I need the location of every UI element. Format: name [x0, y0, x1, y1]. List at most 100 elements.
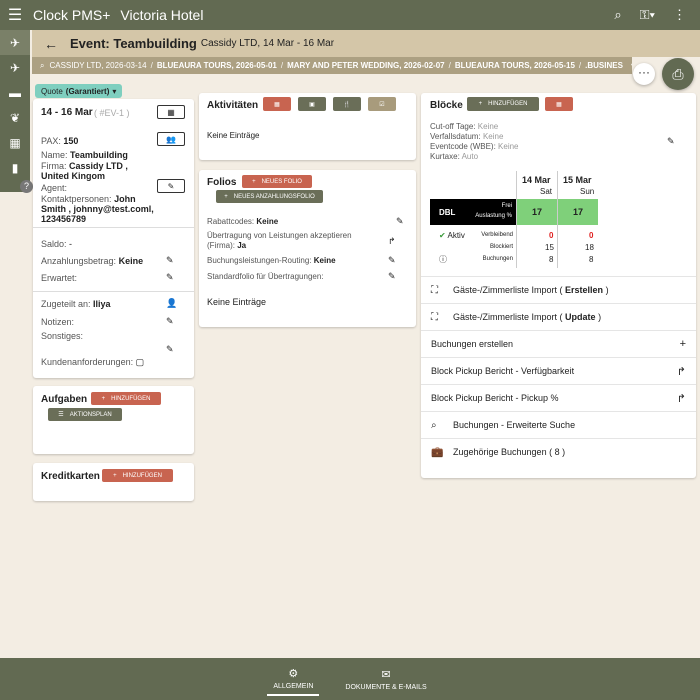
- assigned-label: Zugeteilt an:: [41, 299, 91, 309]
- add-restaurant-button[interactable]: 🍴: [333, 97, 361, 111]
- checkbox[interactable]: ▢: [136, 357, 145, 367]
- list-icon: ☰: [58, 412, 64, 418]
- pencil-icon[interactable]: ✎: [166, 272, 174, 283]
- verbleibend-label: Verbleibend: [481, 232, 513, 238]
- action-label: Buchungen erstellen: [431, 339, 514, 349]
- back-arrow-icon[interactable]: ←: [44, 36, 58, 52]
- breadcrumb-item[interactable]: BLUEAURA TOURS, 2026-05-01: [157, 61, 277, 70]
- verbleibend-value: 0: [549, 231, 554, 240]
- check-circle-icon: ✔: [439, 231, 446, 240]
- contacts-label: Kontaktpersonen:: [41, 194, 112, 204]
- bed-icon[interactable]: ▬: [0, 80, 30, 105]
- day-dow: Sun: [580, 187, 595, 196]
- new-deposit-folio-button[interactable]: + NEUES ANZAHLUNGSFOLIO: [216, 190, 323, 203]
- add-block-button[interactable]: + HINZUFÜGEN: [467, 97, 539, 111]
- action-plan-button[interactable]: ☰ AKTIONSPLAN: [48, 408, 122, 421]
- kurtaxe-label: Kurtaxe:: [430, 152, 460, 161]
- more-button[interactable]: ···: [633, 63, 655, 85]
- pickup-percent-row[interactable]: Block Pickup Bericht - Pickup % ↱: [421, 384, 696, 411]
- add-presentation-button[interactable]: ▣: [298, 97, 326, 111]
- new-folio-button[interactable]: + NEUES FOLIO: [242, 175, 312, 188]
- tab-documents-emails[interactable]: ✉ DOKUMENTE & E-MAILS: [339, 664, 432, 695]
- action-label: Gäste-/Zimmerliste Import (: [453, 285, 563, 295]
- credit-cards-title: Kreditkarten: [41, 471, 100, 482]
- activities-title: Aktivitäten: [207, 100, 259, 111]
- tab-allgemein[interactable]: ⚙ ALLGEMEIN: [267, 663, 320, 696]
- import-update-row[interactable]: ⛶ Gäste-/Zimmerliste Import ( Update ): [421, 303, 696, 330]
- arrivals-icon[interactable]: ✈: [0, 30, 30, 55]
- rabatt-label: Rabattcodes:: [207, 217, 255, 226]
- day-dow: Sat: [540, 187, 553, 196]
- calendar-icon: ▦: [556, 101, 562, 108]
- blockiert-label: Blockiert: [489, 244, 513, 250]
- departures-icon[interactable]: ✈: [0, 55, 30, 80]
- pencil-icon[interactable]: ✎: [166, 255, 174, 266]
- presentation-icon: ▣: [309, 101, 315, 108]
- status-label: Quote: [41, 86, 63, 96]
- pencil-icon[interactable]: ✎: [388, 271, 396, 282]
- book-icon[interactable]: ▮: [0, 155, 30, 180]
- pencil-icon[interactable]: ✎: [166, 344, 174, 355]
- search-icon[interactable]: ⌕: [614, 7, 621, 23]
- more-vert-icon[interactable]: ⋮: [673, 7, 686, 23]
- saldo-label: Saldo:: [41, 239, 67, 249]
- pickup-availability-row[interactable]: Block Pickup Bericht - Verfügbarkeit ↱: [421, 357, 696, 384]
- related-bookings-row[interactable]: 💼 Zugehörige Buchungen ( 8 ): [421, 438, 696, 465]
- eventcode-value: Keine: [498, 142, 519, 151]
- share-arrow-icon[interactable]: ↱: [388, 236, 396, 247]
- add-checklist-button[interactable]: ☑: [368, 97, 396, 111]
- calendar-button[interactable]: ▦: [157, 105, 185, 119]
- day-date: 15 Mar: [563, 175, 592, 185]
- status-dropdown[interactable]: Quote (Garantiert) ▾: [35, 84, 123, 98]
- calendar-icon: ▦: [167, 107, 175, 117]
- leaf-icon[interactable]: ❦: [0, 105, 30, 130]
- pax-value: 150: [63, 136, 79, 146]
- room-type: DBL: [439, 208, 456, 217]
- breadcrumb-item[interactable]: CASSIDY LTD, 2026-03-14: [49, 61, 146, 70]
- action-label: Block Pickup Bericht - Pickup %: [431, 393, 559, 403]
- pencil-icon[interactable]: ✎: [396, 216, 404, 227]
- key-icon[interactable]: ⚿▾: [640, 7, 655, 23]
- add-task-button[interactable]: + HINZUFÜGEN: [91, 392, 161, 405]
- buchungen-value: 8: [589, 255, 594, 264]
- add-block-label: HINZUFÜGEN: [488, 101, 528, 107]
- cutoff-label: Cut-off Tage:: [430, 122, 476, 131]
- advanced-search-row[interactable]: ⌕ Buchungen - Erweiterte Suche: [421, 411, 696, 438]
- name-label: Name:: [41, 150, 68, 160]
- menu-icon[interactable]: ☰: [0, 5, 30, 25]
- breadcrumb-item[interactable]: BLUEAURA TOURS, 2026-05-15: [455, 61, 575, 70]
- action-tail: ): [598, 312, 602, 322]
- import-create-row[interactable]: ⛶ Gäste-/Zimmerliste Import ( Erstellen …: [421, 276, 696, 303]
- pax-label: PAX:: [41, 136, 61, 146]
- pencil-icon[interactable]: ✎: [388, 255, 396, 266]
- create-bookings-row[interactable]: Buchungen erstellen +: [421, 330, 696, 357]
- pencil-icon[interactable]: ✎: [667, 136, 675, 147]
- add-calendar-activity-button[interactable]: ▦: [263, 97, 291, 111]
- hotel-name[interactable]: Victoria Hotel: [120, 7, 203, 23]
- edit-details-button[interactable]: ✎: [157, 179, 185, 193]
- verfall-value: Keine: [482, 132, 504, 141]
- activities-empty: Keine Einträge: [207, 131, 260, 140]
- calendar-icon[interactable]: ▦: [0, 130, 30, 155]
- cutoff-value: Keine: [477, 122, 499, 131]
- info-icon[interactable]: ⓘ: [439, 254, 447, 265]
- chevron-down-icon[interactable]: ▾: [631, 61, 632, 70]
- print-button[interactable]: ⎙: [662, 58, 694, 90]
- breadcrumb-item[interactable]: MARY AND PETER WEDDING, 2026-02-07: [287, 61, 445, 70]
- pencil-icon[interactable]: ✎: [166, 316, 174, 327]
- action-bold: Update: [565, 312, 596, 322]
- import-icon: ⛶: [431, 311, 438, 323]
- event-dates: 14 - 16 Mar: [41, 107, 93, 118]
- rabatt-value: Keine: [256, 217, 279, 226]
- add-credit-card-button[interactable]: + HINZUFÜGEN: [102, 469, 173, 482]
- help-icon[interactable]: ?: [20, 180, 33, 193]
- new-folio-label: NEUES FOLIO: [261, 178, 302, 185]
- anzahlung-value: Keine: [118, 256, 144, 266]
- mail-icon: ✉: [381, 668, 391, 681]
- block-calendar-button[interactable]: ▦: [545, 97, 573, 111]
- share-arrow-icon: ↱: [676, 392, 686, 405]
- breadcrumb-item[interactable]: .BUSINES: [585, 61, 623, 70]
- blockiert-value: 18: [585, 243, 594, 252]
- participants-button[interactable]: 👥: [157, 132, 185, 146]
- person-icon[interactable]: 👤: [166, 298, 177, 309]
